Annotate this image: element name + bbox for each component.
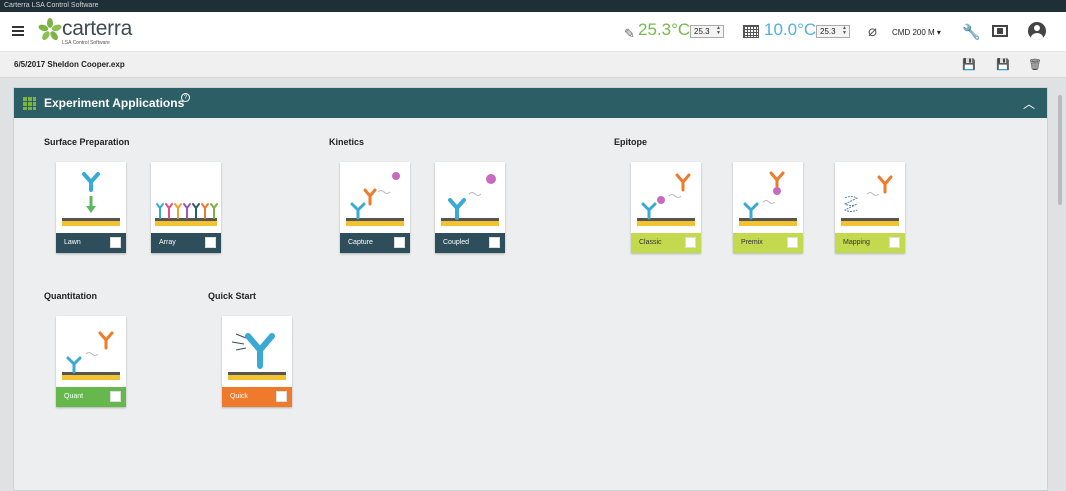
logo-wordmark: carterra (62, 17, 132, 40)
section-title-quantitation: Quantitation (44, 291, 97, 301)
panel-title: Experiment Applications (44, 96, 185, 110)
vertical-scrollbar[interactable] (1058, 95, 1062, 205)
window-title: Carterra LSA Control Software (4, 2, 99, 9)
save-icon[interactable]: 💾 (962, 58, 976, 71)
window-title-bar: Carterra LSA Control Software (0, 0, 1066, 12)
delete-icon[interactable]: 🗑 (1028, 58, 1042, 71)
card-checkbox[interactable] (889, 237, 900, 248)
card-quick[interactable]: Quick (222, 316, 292, 407)
card-label: Coupled (443, 239, 470, 246)
temperature-1-value: 25.3°C (638, 20, 691, 39)
card-checkbox[interactable] (787, 237, 798, 248)
temperature-2-setpoint-text: 25.3 (820, 27, 836, 36)
capture-illustration (346, 172, 404, 226)
card-array-footer: Array (151, 233, 221, 253)
panel-header[interactable]: Experiment Applications ? ︿ (14, 88, 1047, 118)
thermometer-icon: ✎ (624, 26, 635, 41)
card-quick-footer: Quick (222, 387, 292, 407)
save-as-icon[interactable]: 💾 (996, 58, 1010, 71)
temperature-2-setpoint-input[interactable]: 25.3 ▲ ▼ (816, 25, 850, 38)
card-label: Mapping (843, 239, 870, 246)
instrument-panel-icon[interactable] (992, 25, 1008, 37)
temperature-1-setpoint-text: 25.3 (694, 27, 710, 36)
card-label: Classic (639, 239, 662, 246)
plate-icon (743, 25, 759, 38)
wrench-icon[interactable]: 🔧 (962, 23, 981, 41)
card-checkbox[interactable] (110, 237, 121, 248)
card-quant[interactable]: Quant (56, 316, 126, 407)
card-coupled[interactable]: Coupled (435, 162, 505, 253)
card-capture-footer: Capture (340, 233, 410, 253)
premix-illustration (739, 171, 797, 226)
quant-illustration (62, 331, 120, 380)
card-checkbox[interactable] (394, 237, 405, 248)
section-title-surface-preparation: Surface Preparation (44, 137, 130, 147)
card-label: Capture (348, 239, 373, 246)
card-label: Lawn (64, 239, 81, 246)
temperature-1-setpoint-input[interactable]: 25.3 ▲ ▼ (690, 25, 724, 38)
card-array[interactable]: Array (151, 162, 221, 253)
card-classic[interactable]: Classic (631, 162, 701, 253)
card-premix-footer: Premix (733, 233, 803, 253)
help-icon[interactable]: ? (181, 93, 190, 102)
card-checkbox[interactable] (110, 391, 121, 402)
card-lawn[interactable]: Lawn (56, 162, 126, 253)
section-title-kinetics: Kinetics (329, 137, 365, 147)
mapping-illustration (841, 175, 899, 226)
card-checkbox[interactable] (276, 391, 287, 402)
menu-icon[interactable] (12, 26, 24, 36)
lawn-illustration (62, 172, 120, 226)
temperature-2-value: 10.0°C (764, 20, 817, 39)
cmd-dropdown-label: CMD 200 M (892, 28, 935, 37)
section-title-quick-start: Quick Start (208, 291, 257, 301)
card-label: Array (159, 239, 176, 246)
card-mapping-footer: Mapping (835, 233, 905, 253)
file-bar: 6/5/2017 Sheldon Cooper.exp 💾 💾 🗑 (0, 52, 1066, 78)
card-mapping[interactable]: Mapping (835, 162, 905, 253)
card-lawn-footer: Lawn (56, 233, 126, 253)
card-quant-footer: Quant (56, 387, 126, 407)
card-checkbox[interactable] (205, 237, 216, 248)
coupled-illustration (441, 174, 499, 226)
experiment-filename: 6/5/2017 Sheldon Cooper.exp (14, 60, 125, 69)
logo-subtitle: LSA Control Software (62, 40, 110, 46)
user-avatar-icon[interactable] (1028, 22, 1046, 40)
card-classic-footer: Classic (631, 233, 701, 253)
spin-arrows-icon[interactable]: ▲ ▼ (716, 26, 721, 36)
classic-illustration (637, 173, 695, 226)
card-coupled-footer: Coupled (435, 233, 505, 253)
experiment-applications-panel: Experiment Applications ? ︿ Surface Prep… (13, 87, 1048, 491)
card-label: Quant (64, 393, 84, 400)
card-checkbox[interactable] (685, 237, 696, 248)
card-label: Premix (741, 239, 763, 246)
section-title-epitope: Epitope (614, 137, 647, 147)
card-checkbox[interactable] (489, 237, 500, 248)
app-header: carterra LSA Control Software ✎ 25.3°C 2… (0, 12, 1066, 52)
chip-icon: ⌀ (868, 23, 878, 40)
array-illustration (155, 203, 218, 226)
chevron-up-icon[interactable]: ︿ (1023, 95, 1035, 112)
spin-arrows-icon[interactable]: ▲ ▼ (842, 26, 847, 36)
logo-star-icon (38, 18, 62, 41)
cmd-dropdown[interactable]: CMD 200 M ▾ (892, 28, 941, 37)
card-capture[interactable]: Capture (340, 162, 410, 253)
card-label: Quick (230, 393, 248, 400)
quick-illustration (228, 333, 286, 380)
grid-icon (22, 96, 36, 110)
card-premix[interactable]: Premix (733, 162, 803, 253)
